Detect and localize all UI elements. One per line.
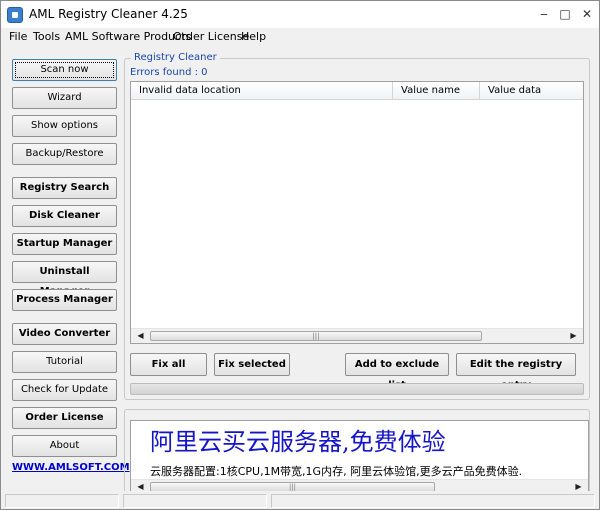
check-for-update-button[interactable]: Check for Update — [12, 379, 117, 401]
menu-file[interactable]: File — [9, 30, 27, 43]
group-title: Registry Cleaner — [131, 52, 220, 63]
close-button[interactable]: ✕ — [577, 5, 597, 23]
registry-search-button[interactable]: Registry Search — [12, 177, 117, 199]
scroll-right-icon[interactable]: ▶ — [566, 329, 581, 343]
startup-manager-button[interactable]: Startup Manager — [12, 233, 117, 255]
uninstall-manager-button[interactable]: Uninstall Manager — [12, 261, 117, 297]
scan-progress-bar — [130, 383, 584, 395]
menu-help[interactable]: Help — [241, 30, 266, 43]
scan-now-button[interactable]: Scan now — [12, 59, 117, 81]
app-window: AML Registry Cleaner 4.25 ‒ □ ✕ File Too… — [0, 0, 600, 510]
ad-panel[interactable]: 阿里云买云服务器,免费体验 云服务器配置:1核CPU,1M带宽,1G内存, 阿里… — [130, 420, 589, 494]
grip-icon: ||| — [312, 332, 320, 340]
menu-bar: File Tools AML Software Products Order L… — [1, 28, 599, 46]
menu-order-license[interactable]: Order License — [173, 30, 249, 43]
about-button[interactable]: About — [12, 435, 117, 457]
status-panel-middle — [123, 494, 267, 508]
fix-all-button[interactable]: Fix all — [130, 353, 207, 376]
add-to-exclude-list-button[interactable]: Add to exclude list — [345, 353, 449, 391]
video-converter-button[interactable]: Video Converter — [12, 323, 117, 345]
scroll-left-icon[interactable]: ◀ — [133, 329, 148, 343]
fix-selected-button[interactable]: Fix selected — [214, 353, 290, 376]
title-bar: AML Registry Cleaner 4.25 ‒ □ ✕ — [1, 1, 599, 28]
column-value-data[interactable]: Value data — [480, 82, 583, 99]
website-link[interactable]: WWW.AMLSOFT.COM — [12, 462, 130, 473]
window-title: AML Registry Cleaner 4.25 — [29, 7, 188, 21]
backup-restore-button[interactable]: Backup/Restore — [12, 143, 117, 165]
column-value-name[interactable]: Value name — [393, 82, 480, 99]
status-panel-left — [5, 494, 119, 508]
maximize-button[interactable]: □ — [555, 5, 575, 23]
show-options-button[interactable]: Show options — [12, 115, 117, 137]
errors-found-label: Errors found : 0 — [130, 67, 208, 78]
edit-registry-entry-button[interactable]: Edit the registry entry — [456, 353, 576, 391]
list-header: Invalid data location Value name Value d… — [131, 82, 583, 100]
scrollbar-thumb[interactable]: ||| — [150, 331, 482, 341]
status-bar — [1, 491, 599, 509]
results-list[interactable]: Invalid data location Value name Value d… — [130, 81, 584, 344]
minimize-button[interactable]: ‒ — [534, 5, 554, 23]
wizard-button[interactable]: Wizard — [12, 87, 117, 109]
disk-cleaner-button[interactable]: Disk Cleaner — [12, 205, 117, 227]
status-panel-right — [271, 494, 595, 508]
menu-tools[interactable]: Tools — [33, 30, 60, 43]
ad-body-text[interactable]: 云服务器配置:1核CPU,1M带宽,1G内存, 阿里云体验馆,更多云产品免费体验… — [150, 463, 522, 479]
order-license-button[interactable]: Order License — [12, 407, 117, 429]
process-manager-button[interactable]: Process Manager — [12, 289, 117, 311]
tutorial-button[interactable]: Tutorial — [12, 351, 117, 373]
ad-headline[interactable]: 阿里云买云服务器,免费体验 — [150, 422, 446, 457]
column-invalid-data-location[interactable]: Invalid data location — [131, 82, 393, 99]
list-horizontal-scrollbar[interactable]: ◀ ||| ▶ — [131, 328, 583, 343]
app-logo-icon — [7, 7, 23, 23]
